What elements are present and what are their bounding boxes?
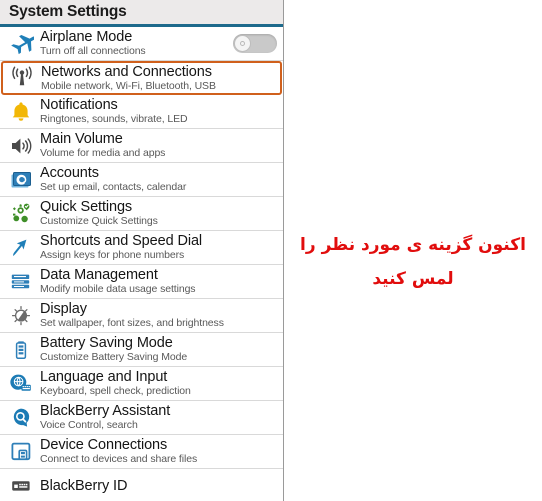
instruction-annotation: اکنون گزینه ی مورد نظر را لمس کنید bbox=[284, 228, 542, 296]
settings-row-subtitle: Ringtones, sounds, vibrate, LED bbox=[40, 113, 188, 125]
settings-row-networks-and-connections[interactable]: Networks and Connections Mobile network, … bbox=[1, 61, 282, 95]
settings-row-text: Battery Saving Mode Customize Battery Sav… bbox=[38, 335, 283, 364]
settings-row-device-connections[interactable]: Device Connections Connect to devices and… bbox=[0, 435, 283, 469]
arrow-shortcut-icon bbox=[4, 232, 38, 264]
assistant-search-icon bbox=[4, 402, 38, 434]
settings-row-blackberry-assistant[interactable]: BlackBerry Assistant Voice Control, searc… bbox=[0, 401, 283, 435]
settings-row-title: Quick Settings bbox=[40, 199, 133, 215]
instruction-panel: اکنون گزینه ی مورد نظر را لمس کنید bbox=[284, 0, 542, 501]
settings-row-text: Main Volume Volume for media and apps bbox=[38, 131, 283, 160]
settings-row-text: Airplane Mode Turn off all connections bbox=[38, 29, 227, 58]
settings-row-subtitle: Keyboard, spell check, prediction bbox=[40, 385, 191, 397]
settings-row-shortcuts-and-speed-dial[interactable]: Shortcuts and Speed Dial Assign keys for … bbox=[0, 231, 283, 265]
settings-row-subtitle: Set wallpaper, font sizes, and brightnes… bbox=[40, 317, 224, 329]
settings-row-blackberry-id[interactable]: BlackBerry ID bbox=[0, 469, 283, 501]
bell-icon bbox=[4, 96, 38, 128]
settings-row-subtitle: Connect to devices and share files bbox=[40, 453, 198, 465]
settings-row-text: Shortcuts and Speed Dial Assign keys for … bbox=[38, 233, 283, 262]
settings-row-text: Device Connections Connect to devices and… bbox=[38, 437, 283, 466]
instruction-line-1: اکنون گزینه ی مورد نظر را bbox=[300, 235, 526, 255]
toggle-cell bbox=[227, 34, 283, 53]
settings-row-text: BlackBerry Assistant Voice Control, searc… bbox=[38, 403, 283, 432]
settings-row-title: Language and Input bbox=[40, 369, 168, 385]
settings-row-language-and-input[interactable]: Language and Input Keyboard, spell check,… bbox=[0, 367, 283, 401]
antenna-signal-icon bbox=[5, 62, 39, 94]
settings-row-display[interactable]: Display Set wallpaper, font sizes, and br… bbox=[0, 299, 283, 333]
settings-row-subtitle: Customize Battery Saving Mode bbox=[40, 351, 188, 363]
settings-row-quick-settings[interactable]: Quick Settings Customize Quick Settings bbox=[0, 197, 283, 231]
settings-row-title: BlackBerry Assistant bbox=[40, 403, 171, 419]
settings-row-title: Device Connections bbox=[40, 437, 168, 453]
settings-row-title: Data Management bbox=[40, 267, 158, 283]
settings-row-subtitle: Voice Control, search bbox=[40, 419, 138, 431]
settings-row-subtitle: Mobile network, Wi-Fi, Bluetooth, USB bbox=[41, 79, 216, 92]
settings-row-subtitle: Modify mobile data usage settings bbox=[40, 283, 196, 295]
settings-row-title: Notifications bbox=[40, 97, 118, 113]
settings-row-subtitle: Set up email, contacts, calendar bbox=[40, 181, 187, 193]
quick-settings-nodes-icon bbox=[4, 198, 38, 230]
settings-row-title: Accounts bbox=[40, 165, 99, 181]
settings-row-main-volume[interactable]: Main Volume Volume for media and apps bbox=[0, 129, 283, 163]
settings-row-text: Notifications Ringtones, sounds, vibrate,… bbox=[38, 97, 283, 126]
settings-row-text: Display Set wallpaper, font sizes, and br… bbox=[38, 301, 283, 330]
instruction-line-2: لمس کنید bbox=[372, 269, 454, 289]
settings-row-title: Main Volume bbox=[40, 131, 123, 147]
airplane-icon bbox=[4, 28, 38, 60]
settings-row-text: Language and Input Keyboard, spell check,… bbox=[38, 369, 283, 398]
settings-row-notifications[interactable]: Notifications Ringtones, sounds, vibrate,… bbox=[0, 95, 283, 129]
settings-row-battery-saving-mode[interactable]: Battery Saving Mode Customize Battery Sav… bbox=[0, 333, 283, 367]
screenshot-root: System Settings Airplane Mode Turn off al… bbox=[0, 0, 542, 501]
globe-keyboard-icon bbox=[4, 368, 38, 400]
settings-row-subtitle: Assign keys for phone numbers bbox=[40, 249, 185, 261]
settings-row-text: Data Management Modify mobile data usage … bbox=[38, 267, 283, 296]
settings-row-title: BlackBerry ID bbox=[40, 477, 128, 494]
toggle-knob bbox=[234, 35, 251, 52]
settings-row-accounts[interactable]: Accounts Set up email, contacts, calendar bbox=[0, 163, 283, 197]
settings-row-text: Quick Settings Customize Quick Settings bbox=[38, 199, 283, 228]
settings-row-title: Display bbox=[40, 301, 87, 317]
settings-row-airplane-mode[interactable]: Airplane Mode Turn off all connections bbox=[0, 27, 283, 61]
settings-row-text: Accounts Set up email, contacts, calendar bbox=[38, 165, 283, 194]
settings-row-data-management[interactable]: Data Management Modify mobile data usage … bbox=[0, 265, 283, 299]
at-sign-card-icon bbox=[4, 164, 38, 196]
airplane-mode-toggle[interactable] bbox=[233, 34, 277, 53]
settings-row-subtitle: Volume for media and apps bbox=[40, 147, 166, 159]
settings-row-subtitle: Turn off all connections bbox=[40, 45, 146, 57]
settings-list: Airplane Mode Turn off all connections Net… bbox=[0, 27, 283, 501]
battery-icon bbox=[4, 334, 38, 366]
speaker-icon bbox=[4, 130, 38, 162]
settings-row-text: Networks and Connections Mobile network, … bbox=[39, 64, 280, 93]
settings-row-title: Battery Saving Mode bbox=[40, 335, 173, 351]
data-server-icon bbox=[4, 266, 38, 298]
device-share-icon bbox=[4, 436, 38, 468]
brightness-icon bbox=[4, 300, 38, 332]
settings-row-title: Shortcuts and Speed Dial bbox=[40, 233, 203, 249]
settings-row-title: Airplane Mode bbox=[40, 29, 133, 45]
page-title: System Settings bbox=[9, 3, 127, 21]
settings-row-text: BlackBerry ID bbox=[38, 478, 283, 494]
system-settings-panel: System Settings Airplane Mode Turn off al… bbox=[0, 0, 284, 501]
settings-row-subtitle: Customize Quick Settings bbox=[40, 215, 158, 227]
settings-row-title: Networks and Connections bbox=[41, 63, 212, 80]
panel-header: System Settings bbox=[0, 0, 283, 27]
id-card-icon bbox=[4, 470, 38, 501]
